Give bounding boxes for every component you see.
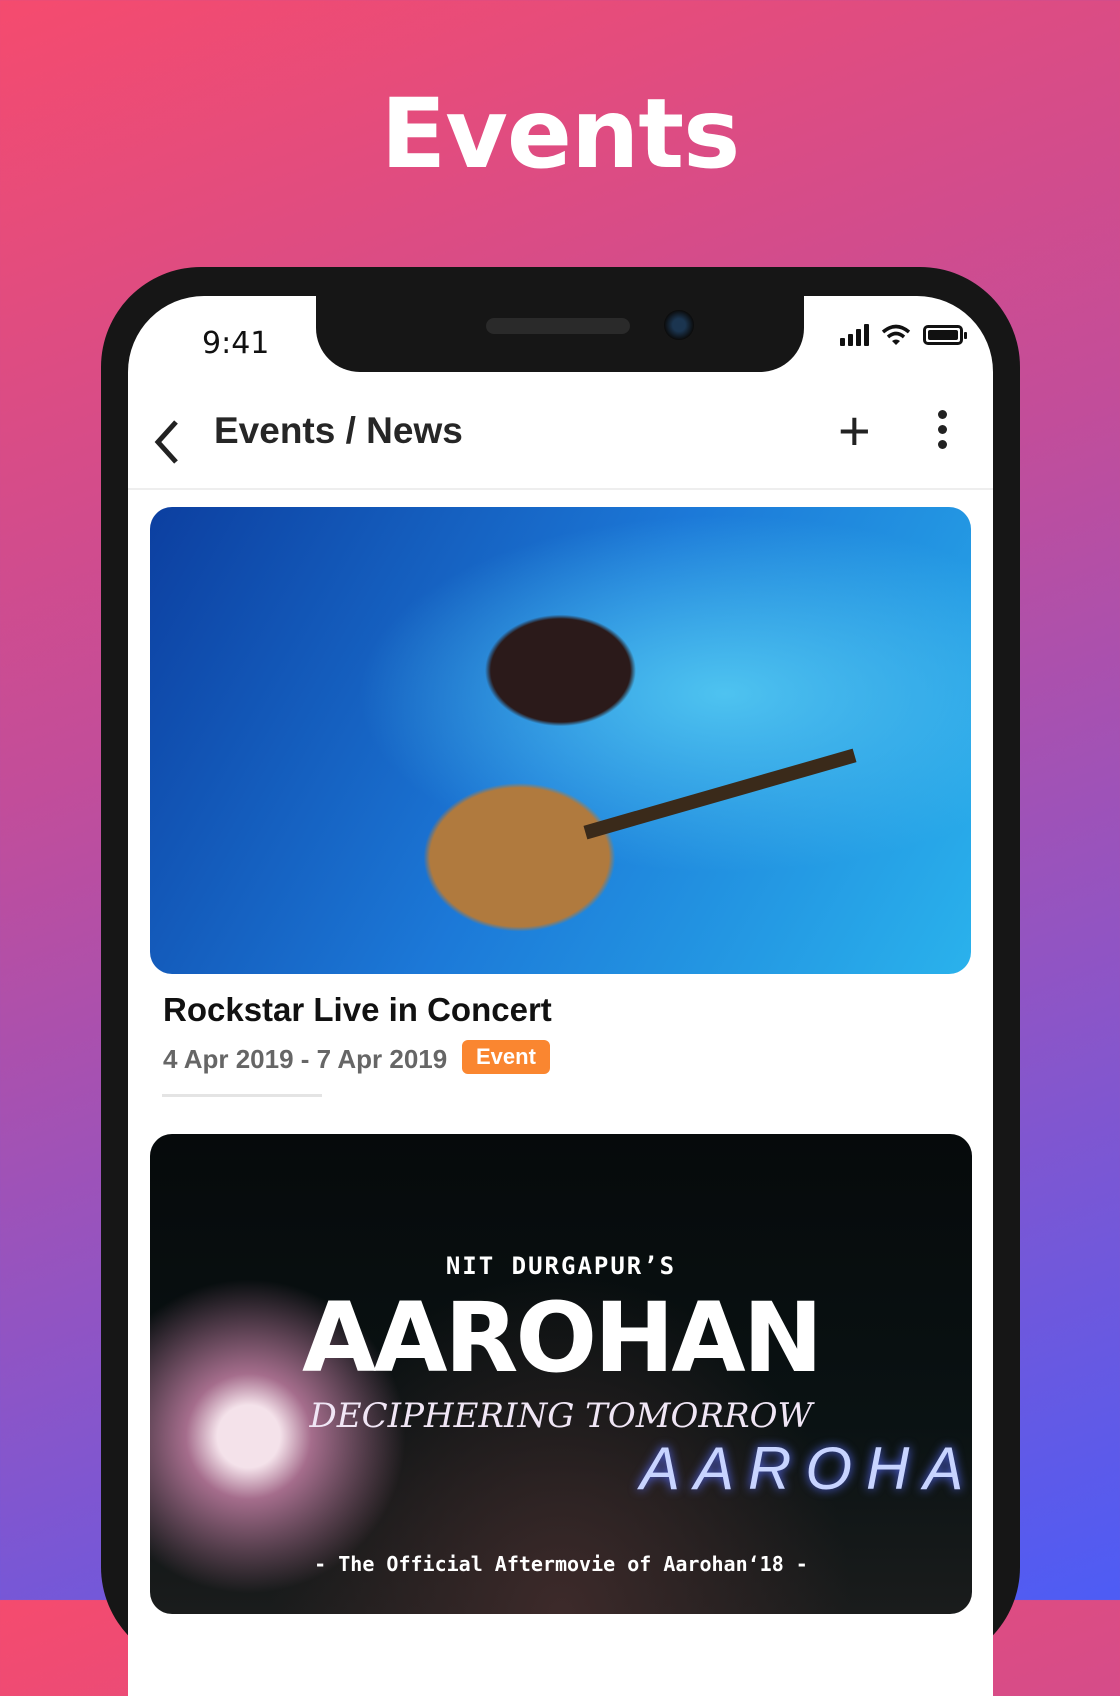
image-text-line2: AAROHAN <box>301 1282 823 1394</box>
signal-icon <box>840 324 869 346</box>
phone-screen: 9:41 Events / News + Rockstar Live in Co… <box>128 296 993 1696</box>
divider <box>162 1094 322 1097</box>
event-image-concert[interactable] <box>150 507 971 974</box>
notch <box>316 296 804 372</box>
camera <box>664 310 694 340</box>
image-text-line1: NIT DURGAPUR’S <box>445 1252 677 1280</box>
back-icon[interactable] <box>152 412 182 472</box>
event-image-aarohan[interactable]: NIT DURGAPUR’S AAROHAN DECIPHERING TOMOR… <box>150 1134 972 1614</box>
image-text-line3: DECIPHERING TOMORROW <box>309 1396 813 1436</box>
event-badge: Event <box>462 1040 550 1074</box>
status-icons <box>840 324 967 346</box>
wifi-icon <box>881 324 911 345</box>
add-button[interactable]: + <box>838 398 871 463</box>
image-neon-text: AAROHAN <box>640 1435 972 1502</box>
event-title[interactable]: Rockstar Live in Concert <box>163 991 552 1029</box>
app-bar: Events / News + <box>128 392 993 490</box>
status-time: 9:41 <box>202 326 270 361</box>
phone-frame: 9:41 Events / News + Rockstar Live in Co… <box>101 267 1020 1696</box>
speaker <box>486 318 630 334</box>
hero-title: Events <box>380 78 741 190</box>
more-options-icon[interactable] <box>938 410 947 449</box>
page-title: Events / News <box>214 410 463 451</box>
event-date: 4 Apr 2019 - 7 Apr 2019 <box>163 1044 448 1074</box>
image-footer-text: - The Official Aftermovie of Aarohan‘18 … <box>314 1552 808 1576</box>
battery-icon <box>923 325 967 345</box>
